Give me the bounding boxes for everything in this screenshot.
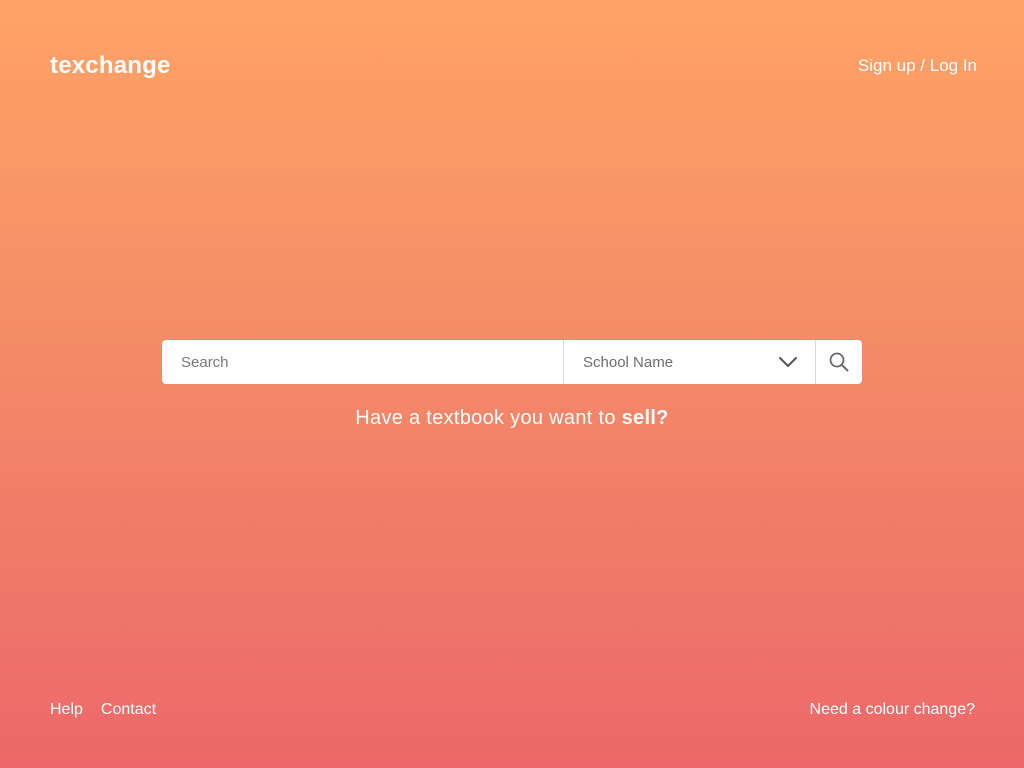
search-button[interactable] <box>815 340 862 384</box>
search-input[interactable] <box>162 340 563 384</box>
search-bar: School Name <box>162 340 862 384</box>
sell-prompt-text: Have a textbook you want to <box>355 407 622 429</box>
sell-link[interactable]: sell? <box>622 407 669 429</box>
help-link[interactable]: Help <box>50 700 83 720</box>
signup-login-link[interactable]: Sign up / Log In <box>858 55 977 77</box>
sell-prompt: Have a textbook you want to sell? <box>0 405 1024 431</box>
search-icon <box>829 352 849 372</box>
school-name-dropdown[interactable]: School Name <box>563 340 815 384</box>
chevron-down-icon <box>779 357 797 367</box>
colour-change-link[interactable]: Need a colour change? <box>810 700 975 720</box>
school-name-selected: School Name <box>583 353 674 371</box>
footer-links: Help Contact <box>50 700 156 720</box>
contact-link[interactable]: Contact <box>101 700 156 720</box>
logo[interactable]: texchange <box>50 51 171 81</box>
